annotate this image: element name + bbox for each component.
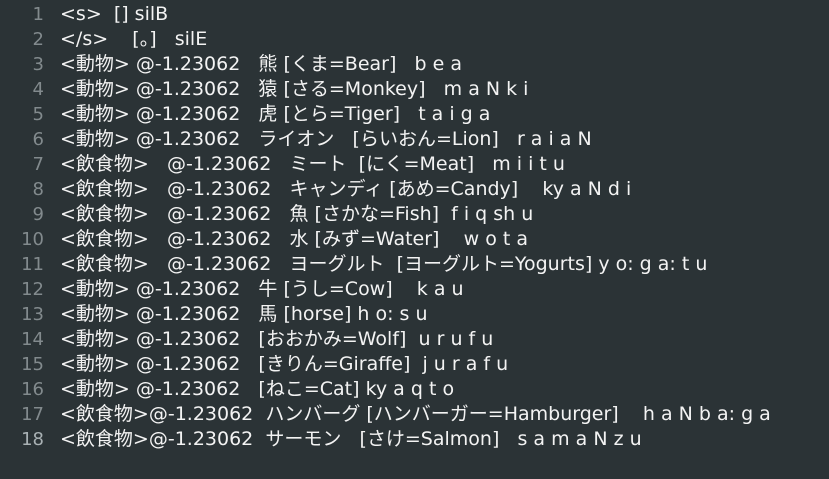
code-line[interactable]: <動物> @-1.23062 [ねこ=Cat] ky a q t o [60, 377, 454, 402]
text-editor[interactable]: 1 2 3 4 5 6 7 8 9 10 11 12 13 14 15 16 17 18 <s> [] silB <… [0, 0, 829, 479]
code-line[interactable]: <飲食物>@-1.23062 ハンバーグ [ハンバーガー=Hamburger] … [60, 402, 771, 427]
code-line[interactable]: <飲食物> @-1.23062 ヨーグルト [ヨーグルト=Yogurts] y … [60, 252, 707, 277]
code-line[interactable]: <飲食物> @-1.23062 キャンディ [あめ=Candy] ky a N … [60, 177, 631, 202]
line-number: 13 [21, 304, 44, 325]
code-line[interactable]: <飲食物>@-1.23062 サーモン [さけ=Salmon] s a m a … [60, 427, 642, 452]
line-number: 5 [32, 104, 44, 125]
code-line[interactable]: <動物> @-1.23062 牛 [うし=Cow] k a u [60, 277, 464, 302]
line-number: 18 [21, 429, 44, 450]
code-line[interactable]: <動物> @-1.23062 熊 [くま=Bear] b e a [60, 52, 462, 77]
code-line[interactable]: <飲食物> @-1.23062 ミート [にく=Meat] m i i t u [60, 152, 565, 177]
line-number: 14 [21, 329, 44, 350]
code-line[interactable]: <動物> @-1.23062 馬 [horse] h o: s u [60, 302, 428, 327]
line-number: 2 [32, 29, 44, 50]
code-line[interactable]: <動物> @-1.23062 虎 [とら=Tiger] t a i g a [60, 102, 490, 127]
line-number: 6 [32, 129, 44, 150]
line-number-gutter: 1 2 3 4 5 6 7 8 9 10 11 12 13 14 15 16 17 18 [0, 0, 52, 479]
line-number: 3 [32, 54, 44, 75]
code-line[interactable]: <動物> @-1.23062 猿 [さる=Monkey] m a N k i [60, 77, 528, 102]
line-number: 8 [32, 179, 44, 200]
line-number: 11 [21, 254, 44, 275]
code-line[interactable]: <飲食物> @-1.23062 水 [みず=Water] w o t a [60, 227, 528, 252]
code-line[interactable]: <s> [] silB [60, 2, 168, 27]
line-number: 12 [21, 279, 44, 300]
code-line[interactable]: <動物> @-1.23062 [きりん=Giraffe] j u r a f u [60, 352, 508, 377]
line-number: 4 [32, 79, 44, 100]
code-line[interactable]: </s> [。] silE [60, 27, 207, 52]
line-number: 7 [32, 154, 44, 175]
line-number: 15 [21, 354, 44, 375]
editor-content[interactable]: <s> [] silB </s> [。] silE <動物> @-1.23062 熊… [52, 0, 829, 479]
line-number: 16 [21, 379, 44, 400]
line-number: 1 [32, 4, 44, 25]
line-number: 10 [21, 229, 44, 250]
line-number: 9 [32, 204, 44, 225]
code-line[interactable]: <飲食物> @-1.23062 魚 [さかな=Fish] f i q sh u [60, 202, 533, 227]
line-number: 17 [21, 404, 44, 425]
code-line[interactable]: <動物> @-1.23062 ライオン [らいおん=Lion] r a i a … [60, 127, 592, 152]
code-line[interactable]: <動物> @-1.23062 [おおかみ=Wolf] u r u f u [60, 327, 493, 352]
